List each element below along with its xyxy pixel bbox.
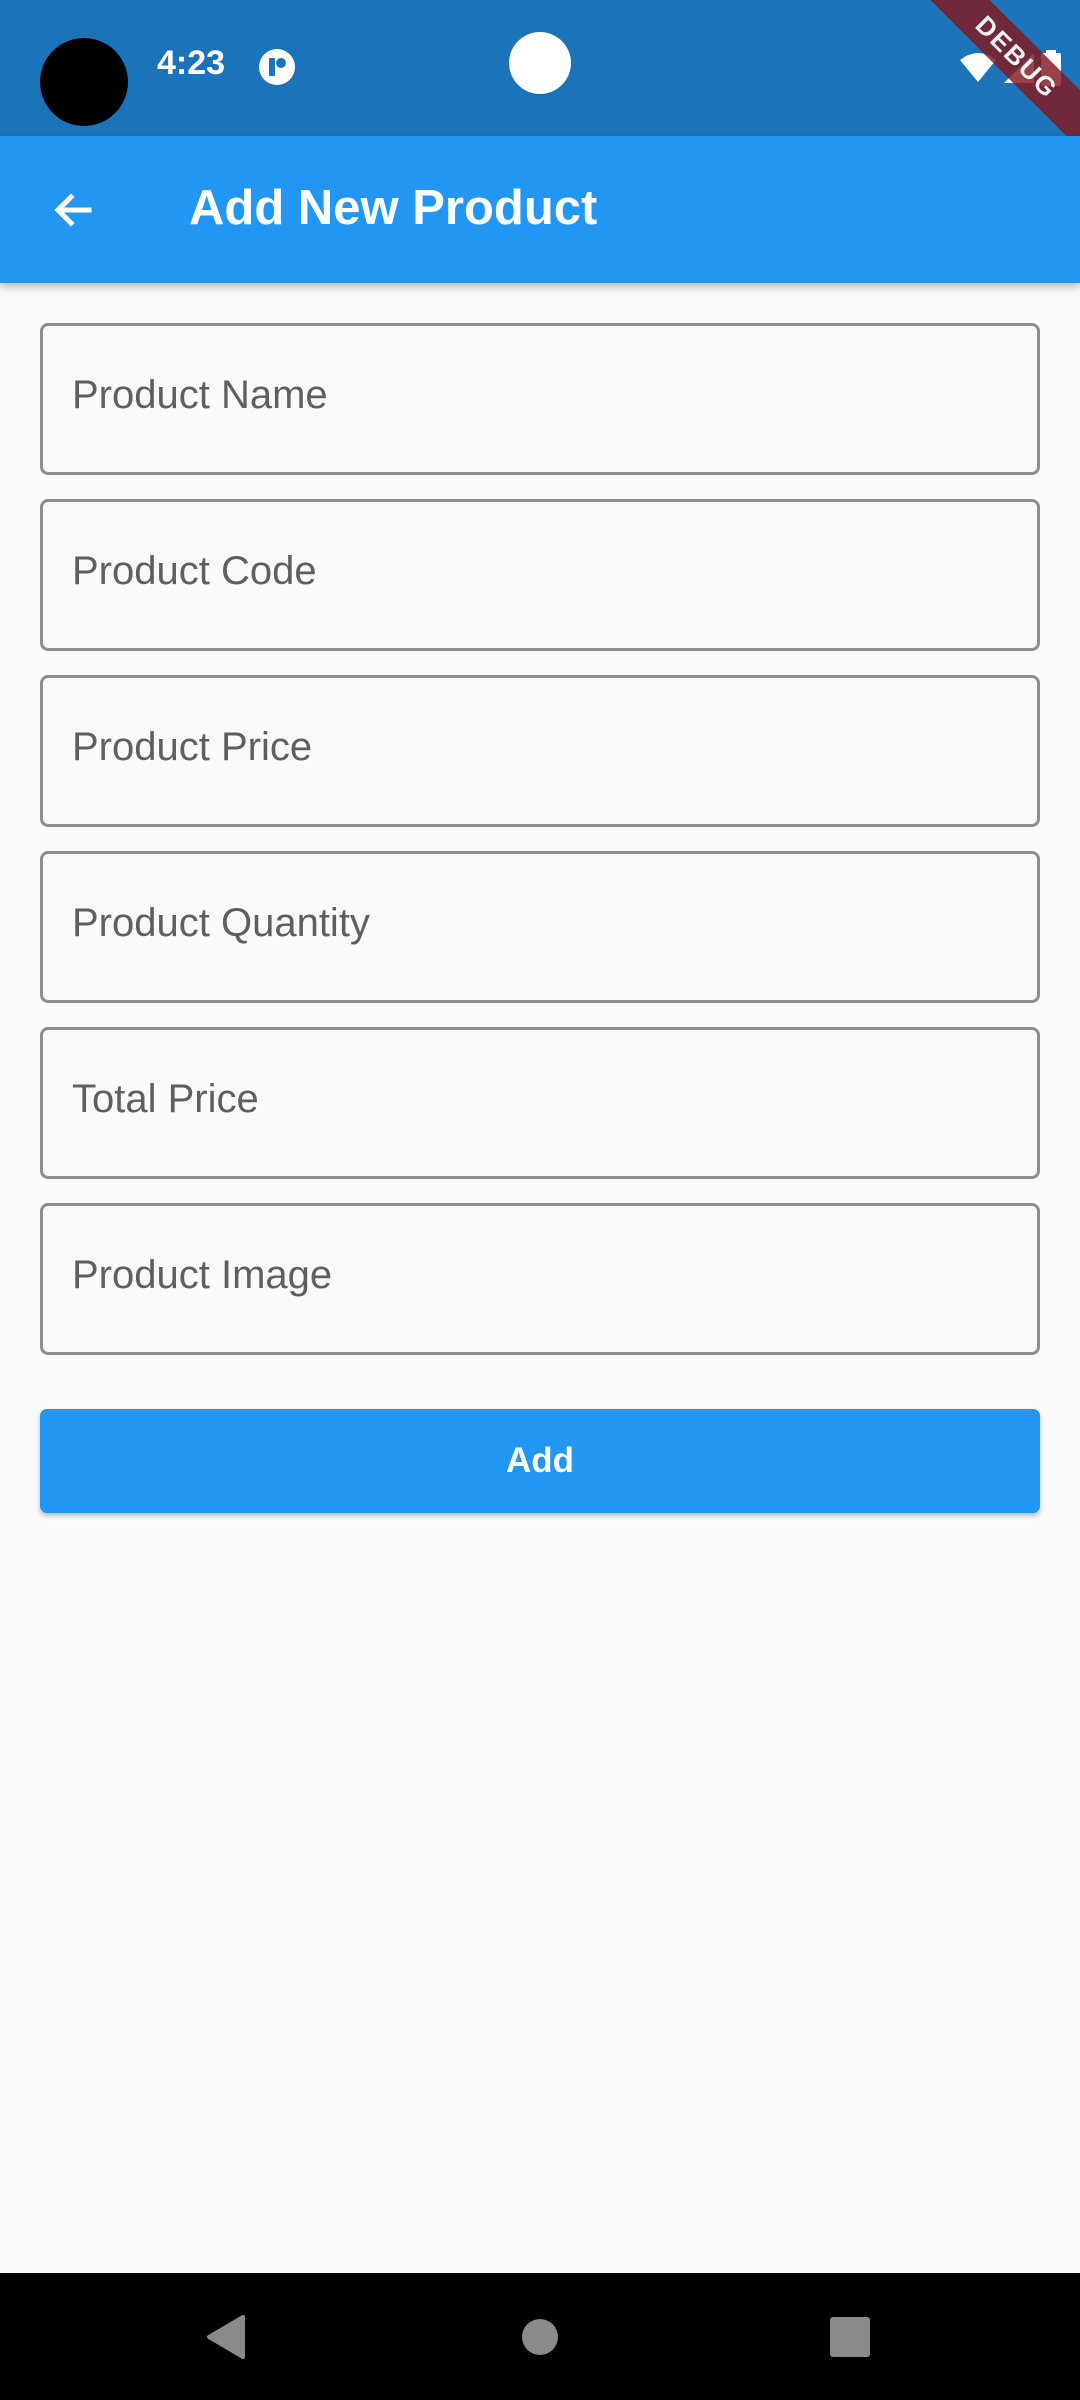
camera-cutout: [40, 38, 128, 126]
status-bar: 4:23 DEBUG: [0, 0, 1080, 161]
product-quantity-input[interactable]: [43, 854, 1037, 1000]
total-price-field: [40, 1027, 1040, 1179]
product-price-field: [40, 675, 1040, 827]
product-code-field: [40, 499, 1040, 651]
product-image-input[interactable]: [43, 1206, 1037, 1352]
back-triangle-icon: [207, 2314, 245, 2359]
product-name-field: [40, 323, 1040, 475]
product-form: [40, 323, 1040, 1379]
nav-home-button[interactable]: [460, 2273, 620, 2400]
total-price-input[interactable]: [43, 1030, 1037, 1176]
product-price-input[interactable]: [43, 678, 1037, 824]
app-bar: Add New Product: [0, 136, 1080, 283]
recents-square-icon: [830, 2316, 870, 2357]
product-image-field: [40, 1203, 1040, 1355]
nav-recents-button[interactable]: [770, 2273, 930, 2400]
product-quantity-field: [40, 851, 1040, 1003]
system-nav-bar: [0, 2273, 1080, 2400]
product-name-input[interactable]: [43, 326, 1037, 472]
status-time: 4:23: [157, 44, 226, 82]
nav-back-button[interactable]: [145, 2273, 305, 2400]
back-button[interactable]: [30, 170, 116, 250]
product-code-input[interactable]: [43, 502, 1037, 648]
home-circle-icon: [522, 2318, 558, 2355]
screen: 4:23 DEBUG Add New Product Product Name …: [0, 0, 1080, 2400]
page-title: Add New Product: [189, 181, 598, 235]
app-notification-icon: [259, 49, 295, 85]
add-button[interactable]: Add: [40, 1409, 1040, 1513]
front-sensor-dot: [509, 32, 571, 94]
arrow-back-icon: [54, 193, 92, 227]
